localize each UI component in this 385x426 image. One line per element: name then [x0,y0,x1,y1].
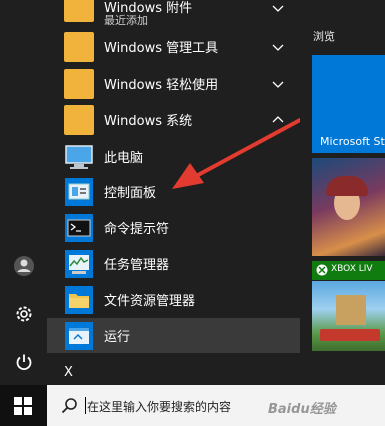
search-icon [61,398,77,414]
tile-microsoft-store[interactable]: Microsoft St [312,55,385,153]
list-item-label: 文件资源管理器 [104,294,196,309]
list-item-windows-ease-of-access[interactable]: Windows 轻松使用 [47,66,300,101]
tile-age-of-empires[interactable] [312,281,385,351]
tile-xbox[interactable]: XBOX LIV [312,261,385,280]
list-item-command-prompt[interactable]: 命令提示符 [47,210,300,245]
windows-start-icon[interactable] [14,397,32,415]
list-item-label: 运行 [104,330,131,345]
folder-icon [64,0,94,22]
list-item-run[interactable]: 运行 [47,318,300,353]
tile-group-header: 浏览 [313,30,335,43]
list-item-label: 任务管理器 [104,258,170,273]
letter-header[interactable]: X [64,365,73,380]
task-manager-icon [65,250,93,278]
list-item-label: Windows 轻松使用 [104,78,219,93]
settings-gear-icon[interactable] [12,302,36,326]
run-icon [65,322,93,350]
list-item-file-explorer[interactable]: 文件资源管理器 [47,282,300,317]
watermark: Baidu经验 [268,402,336,417]
text-cursor [85,397,86,414]
list-item-windows-admin-tools[interactable]: Windows 管理工具 [47,29,300,64]
list-item-label: 命令提示符 [104,222,170,237]
power-icon[interactable] [12,350,36,374]
file-explorer-icon [65,286,93,314]
list-item-label: 控制面板 [104,186,157,201]
recently-added-label: 最近添加 [104,14,148,27]
folder-icon [64,32,94,62]
castle-shape [336,295,366,325]
folder-icon [64,69,94,99]
control-panel-icon [65,178,93,206]
xbox-icon [316,264,328,276]
taskbar: 在这里输入你要搜索的内容 Baidu经验 [0,385,385,426]
annotation-arrow [172,118,302,189]
folder-icon [64,105,94,135]
chevron-down-icon [272,44,284,51]
chevron-down-icon [272,5,284,12]
tile-game-image[interactable] [312,158,385,256]
user-avatar-icon[interactable] [12,254,36,278]
start-rail [0,0,47,385]
tile-label: XBOX LIV [331,264,373,274]
game-character-hair [326,176,368,196]
computer-icon [65,145,93,169]
castle-siege-banner [320,329,380,341]
tile-label: Microsoft St [320,135,385,148]
command-prompt-icon [65,214,93,242]
list-item-label: 此电脑 [104,151,144,166]
list-item-task-manager[interactable]: 任务管理器 [47,246,300,281]
search-placeholder: 在这里输入你要搜索的内容 [87,400,232,414]
tile-area: 浏览 Microsoft St XBOX LIV [300,0,385,385]
chevron-down-icon [272,81,284,88]
list-item-label: Windows 管理工具 [104,41,219,56]
